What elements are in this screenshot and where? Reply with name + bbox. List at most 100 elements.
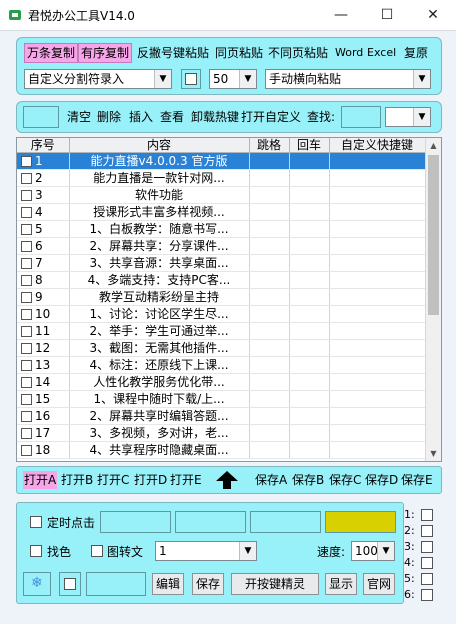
maximize-button[interactable]: ☐ bbox=[364, 0, 410, 30]
delete-button[interactable]: 删除 bbox=[97, 108, 121, 126]
row-number[interactable]: 12 bbox=[17, 339, 70, 357]
reverse-paste-button[interactable]: 反撇号键粘贴 bbox=[137, 44, 209, 62]
row-tab[interactable] bbox=[249, 441, 290, 459]
row-custom-hotkey[interactable] bbox=[329, 339, 426, 357]
row-number[interactable]: 10 bbox=[17, 305, 70, 323]
row-tab[interactable] bbox=[249, 186, 290, 204]
row-custom-hotkey[interactable] bbox=[329, 441, 426, 459]
row-enter[interactable] bbox=[289, 271, 330, 289]
row-custom-hotkey[interactable] bbox=[329, 203, 426, 221]
edit-button[interactable]: 编辑 bbox=[152, 573, 184, 595]
mode-select[interactable]: 1 ▼ bbox=[155, 541, 257, 561]
row-custom-hotkey[interactable] bbox=[329, 288, 426, 306]
row-tab[interactable] bbox=[249, 424, 290, 442]
row-number[interactable]: 11 bbox=[17, 322, 70, 340]
row-enter[interactable] bbox=[289, 373, 330, 391]
open-e-button[interactable]: 打开E bbox=[170, 471, 202, 489]
table-row[interactable]: 11 2、举手：学生可通过举... bbox=[17, 322, 426, 340]
row-tab[interactable] bbox=[249, 305, 290, 323]
row-checkbox[interactable] bbox=[21, 309, 32, 320]
row-number[interactable]: 18 bbox=[17, 441, 70, 459]
row-tab[interactable] bbox=[249, 254, 290, 272]
toggle-checkbox[interactable] bbox=[185, 73, 197, 85]
row-enter[interactable] bbox=[289, 390, 330, 408]
table-row[interactable]: 5 1、白板教学：随意书写... bbox=[17, 220, 426, 238]
show-button[interactable]: 显示 bbox=[325, 573, 357, 595]
row-checkbox[interactable] bbox=[21, 360, 32, 371]
row-number[interactable]: 6 bbox=[17, 237, 70, 255]
row-custom-hotkey[interactable] bbox=[329, 152, 426, 170]
arrow-up-icon[interactable] bbox=[215, 470, 239, 490]
open-hotkey-wizard-button[interactable]: 开按键精灵 bbox=[231, 573, 319, 595]
row-custom-hotkey[interactable] bbox=[329, 220, 426, 238]
row-tab[interactable] bbox=[249, 288, 290, 306]
row-custom-hotkey[interactable] bbox=[329, 186, 426, 204]
count-select[interactable]: 50 ▼ bbox=[209, 69, 257, 89]
unload-hotkey-button[interactable]: 卸载热键 bbox=[191, 108, 239, 126]
row-number[interactable]: 13 bbox=[17, 356, 70, 374]
scroll-up-icon[interactable]: ▲ bbox=[426, 138, 441, 153]
row-content[interactable]: 2、屏幕共享时编辑答题... bbox=[69, 407, 250, 425]
row-checkbox[interactable] bbox=[21, 292, 32, 303]
row-content[interactable]: 1、讨论：讨论区学生尽... bbox=[69, 305, 250, 323]
timer-field-3[interactable] bbox=[250, 511, 321, 533]
save-d-button[interactable]: 保存D bbox=[365, 471, 398, 489]
table-row[interactable]: 15 1、课程中随时下载/上... bbox=[17, 390, 426, 408]
bottom-toggle-box[interactable] bbox=[59, 572, 81, 596]
row-enter[interactable] bbox=[289, 169, 330, 187]
row-checkbox[interactable] bbox=[21, 258, 32, 269]
side-checkbox-5[interactable] bbox=[421, 573, 433, 585]
row-tab[interactable] bbox=[249, 322, 290, 340]
header-tab[interactable]: 跳格 bbox=[249, 138, 290, 153]
side-checkbox-6[interactable] bbox=[421, 589, 433, 601]
clear-button[interactable]: 清空 bbox=[67, 108, 91, 126]
row-custom-hotkey[interactable] bbox=[329, 237, 426, 255]
row-tab[interactable] bbox=[249, 271, 290, 289]
vertical-scrollbar[interactable]: ▲ ▼ bbox=[425, 138, 441, 461]
save-c-button[interactable]: 保存C bbox=[329, 471, 361, 489]
diff-page-paste-button[interactable]: 不同页粘贴 bbox=[268, 44, 328, 62]
row-custom-hotkey[interactable] bbox=[329, 390, 426, 408]
paste-mode-select[interactable]: 手动横向粘贴 ▼ bbox=[265, 69, 431, 89]
image-to-text-checkbox[interactable] bbox=[91, 545, 103, 557]
row-checkbox[interactable] bbox=[21, 394, 32, 405]
table-row[interactable]: 1 能力直播v4.0.0.3 官方版 bbox=[17, 152, 426, 170]
row-content[interactable]: 1、课程中随时下载/上... bbox=[69, 390, 250, 408]
row-custom-hotkey[interactable] bbox=[329, 373, 426, 391]
insert-button[interactable]: 插入 bbox=[129, 108, 153, 126]
scroll-down-icon[interactable]: ▼ bbox=[426, 446, 441, 461]
open-d-button[interactable]: 打开D bbox=[134, 471, 167, 489]
table-row[interactable]: 13 4、标注：还原线下上课... bbox=[17, 356, 426, 374]
table-row[interactable]: 7 3、共享音源：共享桌面... bbox=[17, 254, 426, 272]
table-row[interactable]: 16 2、屏幕共享时编辑答题... bbox=[17, 407, 426, 425]
row-tab[interactable] bbox=[249, 373, 290, 391]
row-content[interactable]: 4、标注：还原线下上课... bbox=[69, 356, 250, 374]
row-enter[interactable] bbox=[289, 356, 330, 374]
header-content[interactable]: 内容 bbox=[69, 138, 250, 153]
row-number[interactable]: 1 bbox=[17, 152, 70, 170]
row-content[interactable]: 2、屏幕共享：分享课件... bbox=[69, 237, 250, 255]
row-enter[interactable] bbox=[289, 305, 330, 323]
minimize-button[interactable]: — bbox=[318, 0, 364, 30]
speed-select[interactable]: 100 ▼ bbox=[351, 541, 395, 561]
row-content[interactable]: 人性化教学服务优化带... bbox=[69, 373, 250, 391]
row-enter[interactable] bbox=[289, 288, 330, 306]
row-tab[interactable] bbox=[249, 169, 290, 187]
row-content[interactable]: 软件功能 bbox=[69, 186, 250, 204]
row-number[interactable]: 5 bbox=[17, 220, 70, 238]
row-checkbox[interactable] bbox=[21, 445, 32, 456]
row-number[interactable]: 3 bbox=[17, 186, 70, 204]
row-custom-hotkey[interactable] bbox=[329, 169, 426, 187]
row-content[interactable]: 3、截图：无需其他插件... bbox=[69, 339, 250, 357]
row-enter[interactable] bbox=[289, 220, 330, 238]
timer-click-checkbox[interactable] bbox=[30, 516, 42, 528]
row-checkbox[interactable] bbox=[21, 190, 32, 201]
row-tab[interactable] bbox=[249, 237, 290, 255]
bottom-toggle-checkbox[interactable] bbox=[64, 578, 76, 590]
save-button[interactable]: 保存 bbox=[192, 573, 224, 595]
row-tab[interactable] bbox=[249, 407, 290, 425]
row-checkbox[interactable] bbox=[21, 156, 32, 167]
header-enter[interactable]: 回车 bbox=[289, 138, 330, 153]
row-checkbox[interactable] bbox=[21, 343, 32, 354]
save-a-button[interactable]: 保存A bbox=[255, 471, 287, 489]
